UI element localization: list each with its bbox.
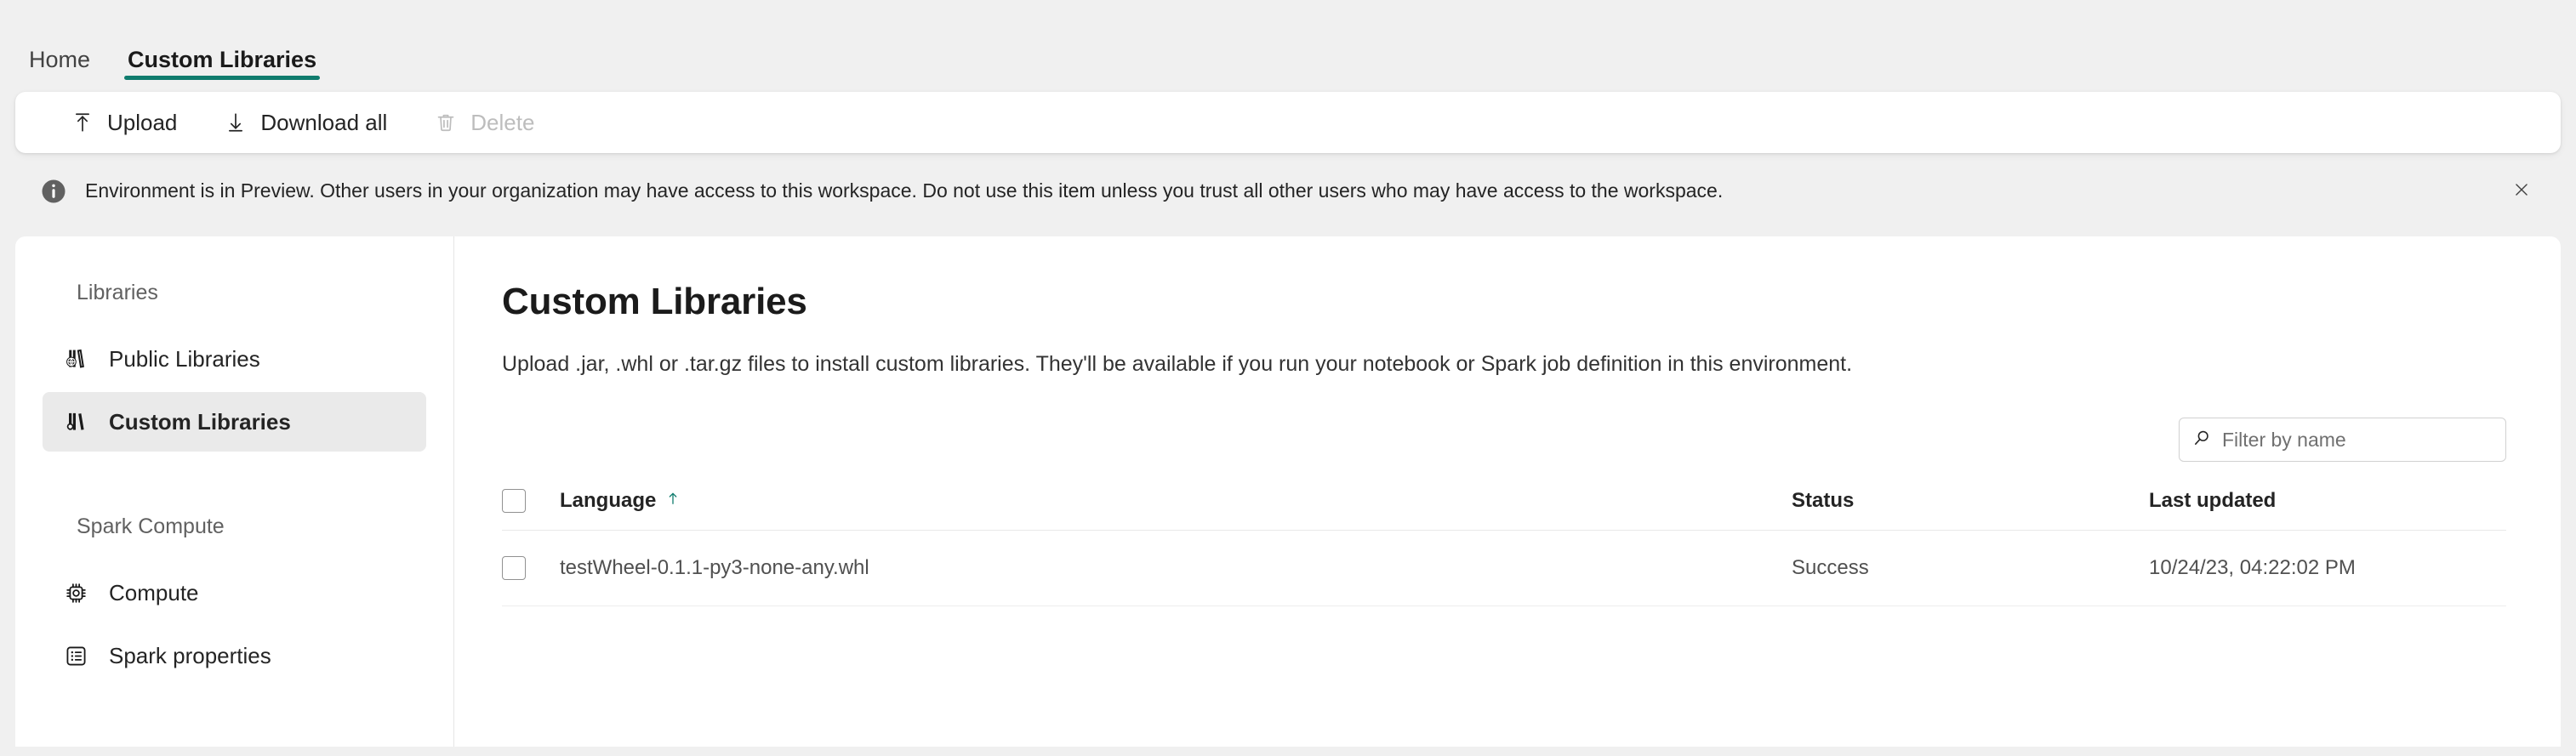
delete-label: Delete [470, 109, 535, 135]
banner-close-button[interactable] [2506, 176, 2537, 207]
sidebar-group-spark-compute-title: Spark Compute [77, 514, 225, 538]
sidebar-item-spark-properties[interactable]: Spark properties [43, 626, 426, 685]
info-icon [41, 179, 66, 204]
download-all-button[interactable]: Download all [206, 101, 406, 145]
column-header-last-updated[interactable]: Last updated [2149, 489, 2506, 531]
download-icon [225, 111, 247, 134]
main-pane: Custom Libraries Upload .jar, .whl or .t… [454, 236, 2561, 747]
page-description: Upload .jar, .whl or .tar.gz files to in… [502, 352, 1853, 376]
upload-label: Upload [107, 109, 178, 135]
upload-button[interactable]: Upload [53, 101, 196, 145]
column-header-language[interactable]: Language [560, 489, 1792, 531]
table-header-row: Language Status Last updated [502, 489, 2506, 531]
sidebar-item-spark-properties-label: Spark properties [109, 642, 271, 668]
sidebar-item-compute[interactable]: Compute [43, 563, 426, 622]
row-checkbox[interactable] [502, 556, 526, 580]
column-header-last-updated-label: Last updated [2149, 489, 2277, 512]
custom-libraries-icon [61, 407, 90, 436]
download-all-label: Download all [260, 109, 388, 135]
sidebar-item-public-libraries[interactable]: Public Libraries [43, 329, 426, 389]
banner-message: Environment is in Preview. Other users i… [85, 179, 1724, 202]
sidebar-item-compute-label: Compute [109, 579, 199, 605]
tab-custom-libraries[interactable]: Custom Libraries [124, 47, 321, 85]
row-status-cell: Success [1792, 530, 2149, 606]
tab-home[interactable]: Home [26, 48, 94, 85]
custom-libraries-table: Language Status Last updated testWheel-0… [502, 489, 2506, 606]
trash-icon [435, 111, 457, 134]
search-icon [2191, 428, 2212, 452]
column-header-language-label: Language [560, 489, 657, 512]
row-select-cell [502, 530, 560, 606]
sidebar-item-custom-libraries-label: Custom Libraries [109, 408, 291, 435]
tab-home-label: Home [29, 47, 91, 72]
sidebar-item-custom-libraries[interactable]: Custom Libraries [43, 392, 426, 452]
filter-row [502, 418, 2506, 462]
tab-custom-libraries-label: Custom Libraries [128, 47, 317, 72]
toolbar: Upload Download all Delete [15, 92, 2561, 153]
preview-info-banner: Environment is in Preview. Other users i… [15, 163, 2561, 219]
delete-button[interactable]: Delete [416, 101, 553, 145]
column-header-status-label: Status [1792, 489, 1855, 512]
table-row[interactable]: testWheel-0.1.1-py3-none-any.whl Success… [502, 530, 2506, 606]
sidebar-item-public-libraries-label: Public Libraries [109, 345, 260, 372]
row-language-cell: testWheel-0.1.1-py3-none-any.whl [560, 530, 1792, 606]
close-icon [2512, 180, 2531, 203]
sort-ascending-icon [664, 489, 681, 513]
tab-strip: Home Custom Libraries [0, 0, 2576, 85]
page-title: Custom Libraries [502, 281, 807, 322]
upload-icon [71, 111, 94, 134]
compute-chip-icon [61, 578, 90, 607]
content-card: Libraries Public Libraries Custom Librar… [15, 236, 2561, 747]
select-all-checkbox[interactable] [502, 489, 526, 513]
search-box[interactable] [2179, 418, 2506, 462]
select-all-header [502, 489, 560, 531]
list-properties-icon [61, 641, 90, 670]
search-input[interactable] [2222, 428, 2493, 452]
column-header-status[interactable]: Status [1792, 489, 2149, 531]
sidebar-group-libraries-title: Libraries [77, 281, 158, 304]
sidebar: Libraries Public Libraries Custom Librar… [15, 236, 454, 747]
public-libraries-icon [61, 344, 90, 373]
row-last-updated-cell: 10/24/23, 04:22:02 PM [2149, 530, 2506, 606]
